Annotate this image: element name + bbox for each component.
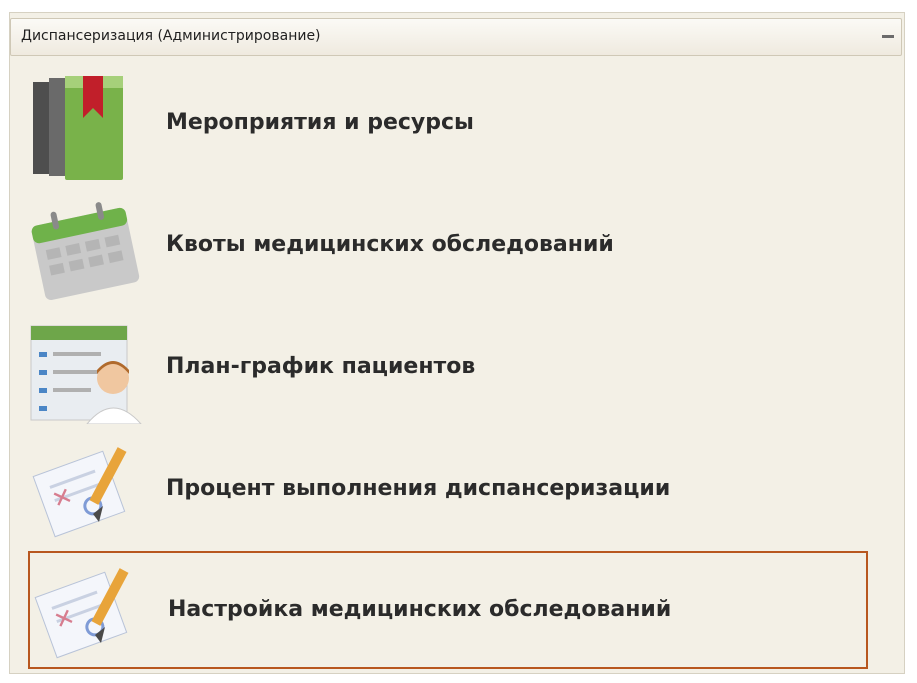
menu-item-events-resources[interactable]: Мероприятия и ресурсы [20, 64, 866, 182]
document-pencil-icon: ✕ [32, 447, 127, 538]
menu-item-label: Квоты медицинских обследований [166, 232, 614, 257]
books-icon [33, 76, 123, 180]
menu-item-completion-percentage[interactable]: ✕ Процент выполнения диспансеризации [20, 430, 866, 548]
document-pencil-icon: ✕ [34, 568, 129, 659]
menu-item-patient-schedule[interactable]: План-график пациентов [20, 308, 866, 426]
panel-header[interactable]: Диспансеризация (Администрирование) [10, 18, 902, 56]
calendar-icon [31, 202, 140, 300]
menu-item-label: План-график пациентов [166, 354, 476, 379]
collapse-icon[interactable] [882, 35, 894, 38]
menu-item-label: Настройка медицинских обследований [168, 597, 672, 622]
menu-item-exam-quotas[interactable]: Квоты медицинских обследований [20, 186, 866, 304]
panel-title: Диспансеризация (Администрирование) [21, 28, 321, 44]
menu-item-label: Мероприятия и ресурсы [166, 110, 474, 135]
patient-list-icon [30, 325, 142, 424]
menu-item-label: Процент выполнения диспансеризации [166, 476, 671, 501]
menu-item-exam-settings[interactable]: ✕ Настройка медицинских обследований [28, 551, 868, 669]
